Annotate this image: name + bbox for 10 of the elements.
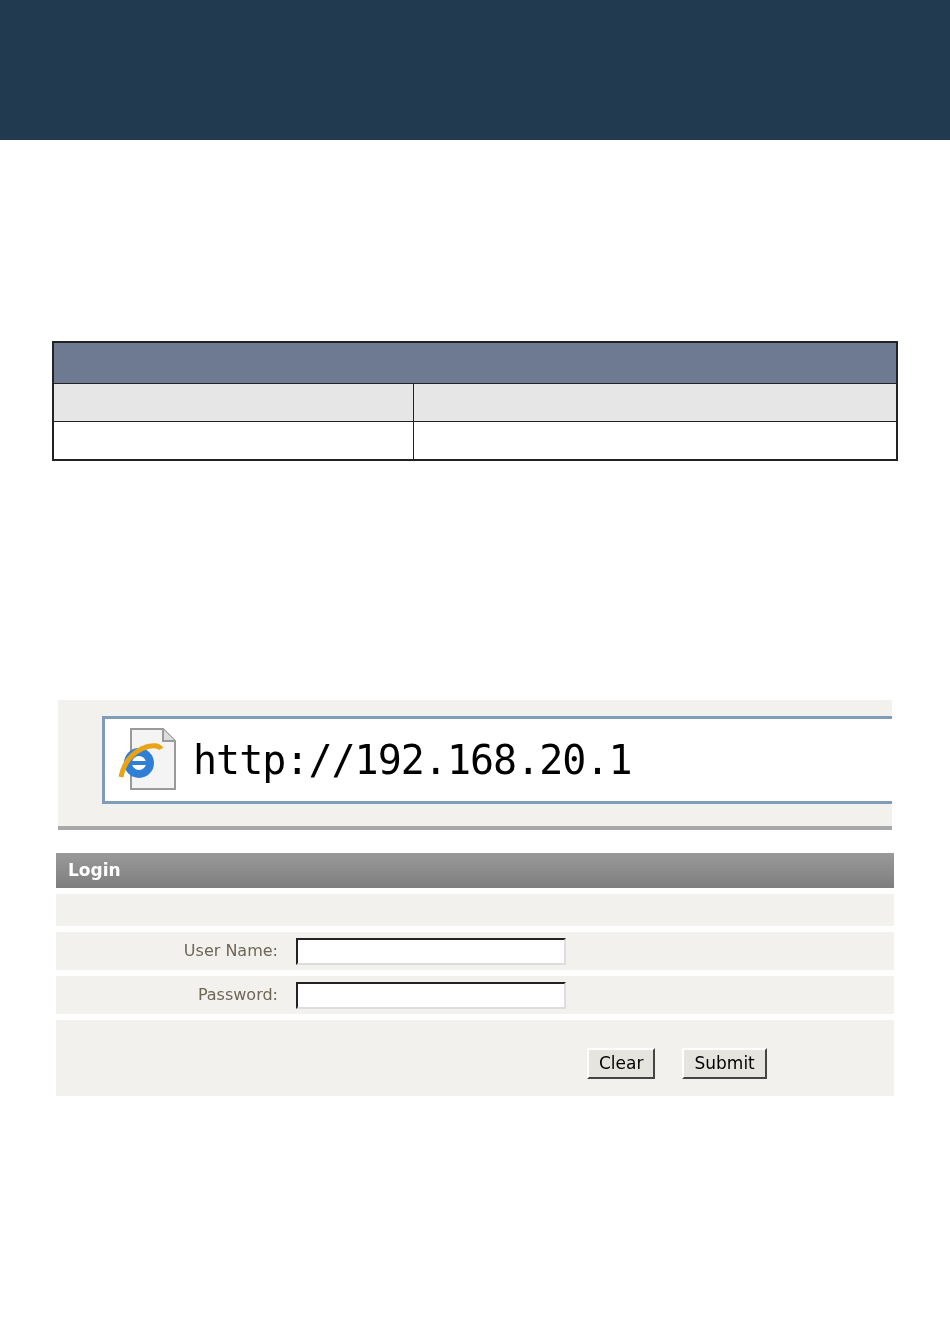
password-field[interactable]: [296, 981, 566, 1009]
field-label: Password:: [196, 984, 279, 1006]
url-text: http://192.168.20.1: [193, 736, 632, 785]
login-title: Login: [68, 858, 121, 882]
username-field[interactable]: [296, 937, 566, 965]
field-label: User Name:: [182, 940, 279, 962]
clear-button[interactable]: Clear: [587, 1048, 656, 1079]
submit-button[interactable]: Submit: [682, 1048, 767, 1079]
browser-page-icon: [117, 727, 179, 793]
address-field[interactable]: http://192.168.20.1: [102, 716, 892, 804]
